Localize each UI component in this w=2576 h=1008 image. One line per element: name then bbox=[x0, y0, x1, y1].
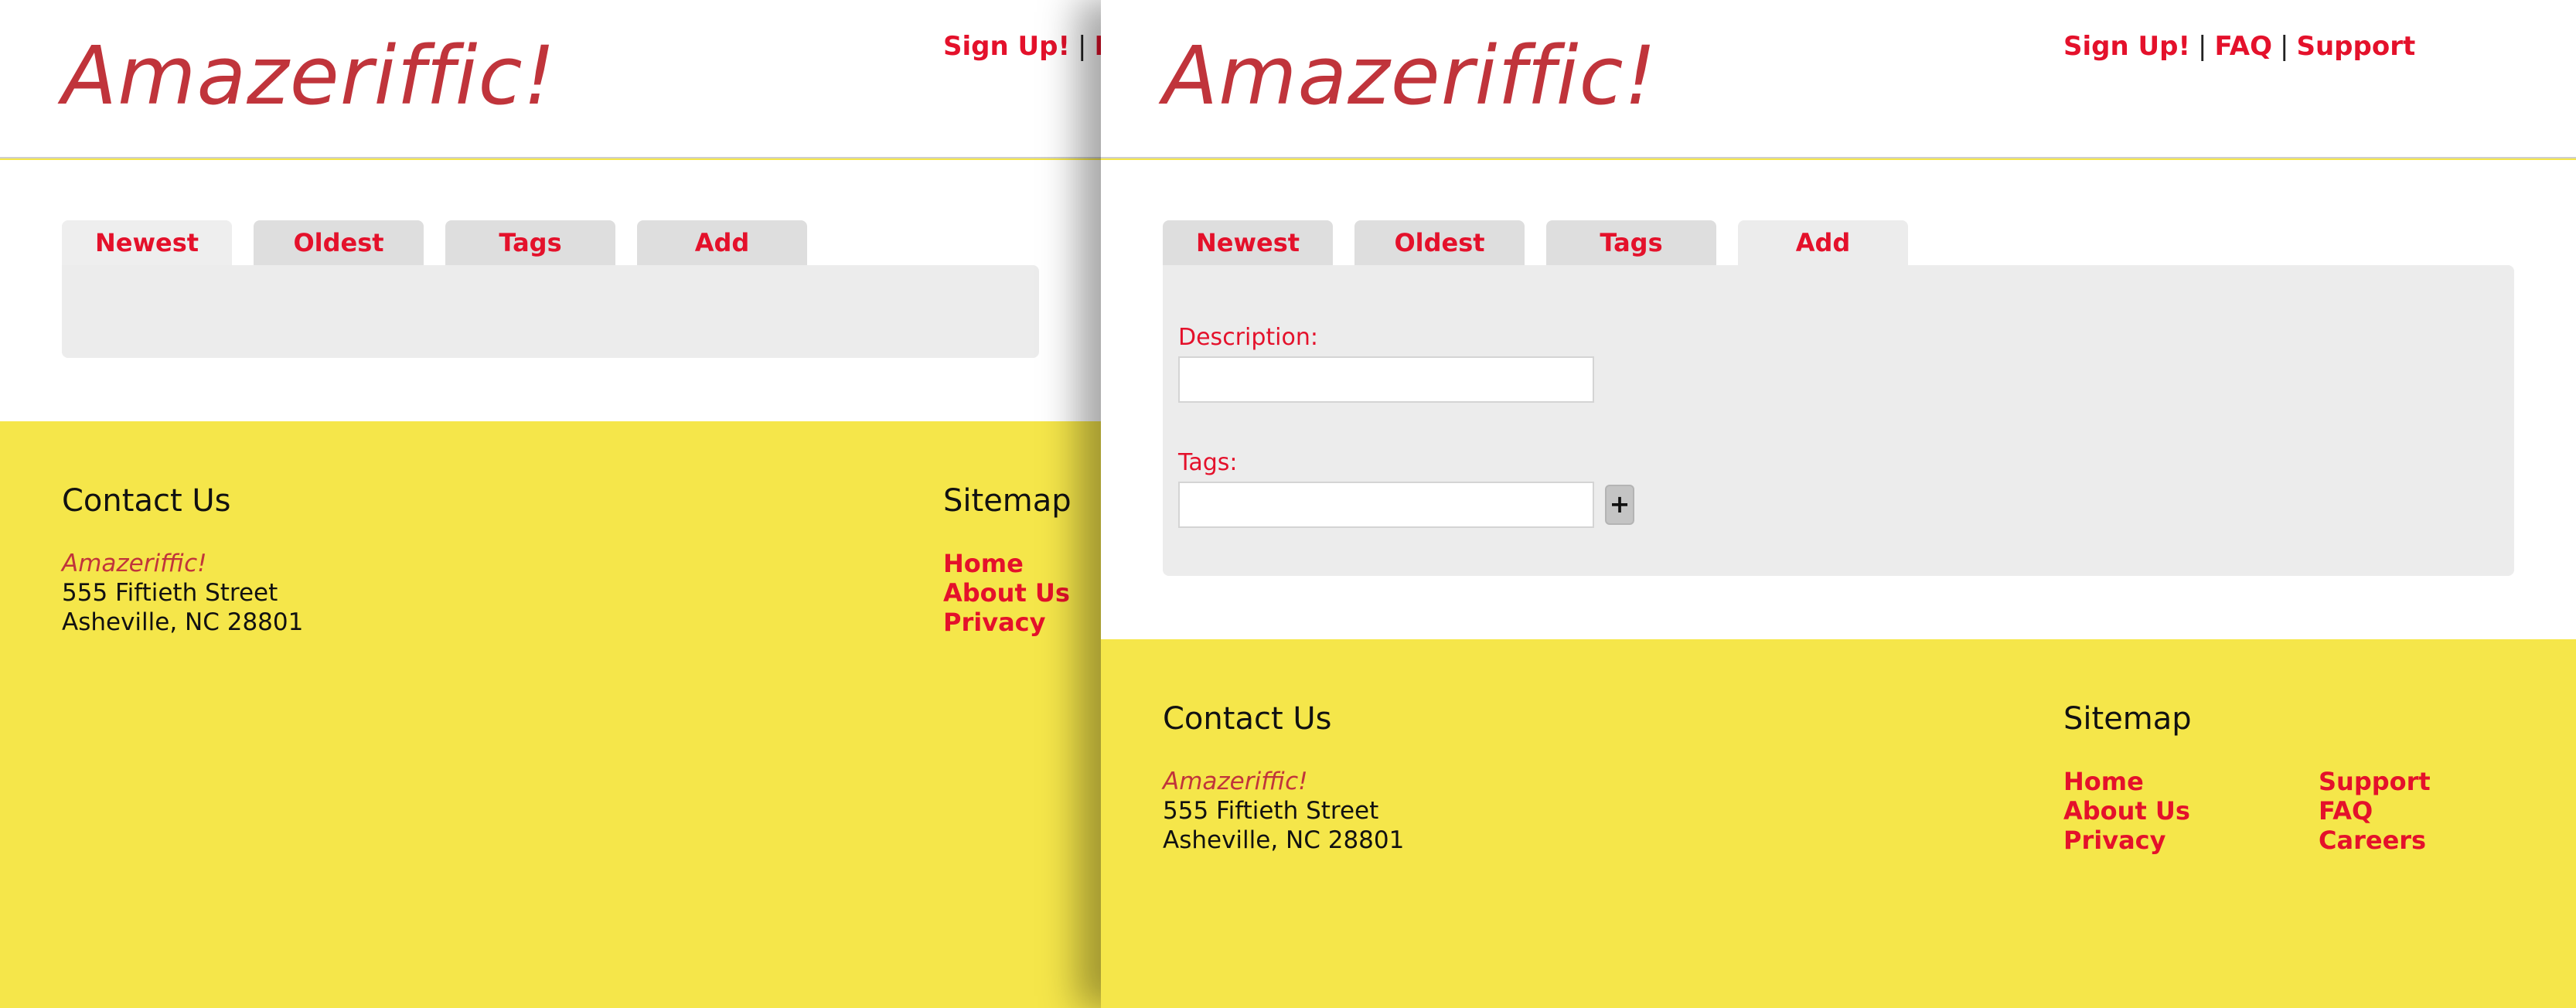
main-content: Newest Oldest Tags Add bbox=[0, 160, 1101, 421]
sitemap-heading: Sitemap bbox=[943, 483, 1072, 519]
sitemap-home-link[interactable]: Home bbox=[2063, 767, 2190, 796]
left-browser-window: Amazeriffic! Sign Up!|FAQ|Support Newest… bbox=[0, 0, 1101, 1008]
add-tag-button[interactable]: + bbox=[1605, 485, 1634, 525]
tags-label: Tags: bbox=[1178, 449, 1238, 476]
sitemap-column-1: Home About Us Privacy bbox=[943, 549, 1070, 637]
tab-newest[interactable]: Newest bbox=[1163, 220, 1333, 265]
tab-add[interactable]: Add bbox=[637, 220, 807, 265]
signup-link[interactable]: Sign Up! bbox=[2063, 31, 2190, 62]
sitemap-about-link[interactable]: About Us bbox=[2063, 796, 2190, 826]
nav-separator: | bbox=[1077, 31, 1087, 62]
address-brand: Amazeriffic! bbox=[62, 550, 207, 577]
tab-tags[interactable]: Tags bbox=[445, 220, 615, 265]
faq-link[interactable]: FAQ bbox=[2214, 31, 2272, 62]
tab-tags[interactable]: Tags bbox=[1546, 220, 1716, 265]
brand-logo[interactable]: Amazeriffic! bbox=[1163, 28, 1657, 124]
site-footer: Contact Us Amazeriffic! 555 Fiftieth Str… bbox=[1101, 639, 2576, 1008]
sitemap-heading: Sitemap bbox=[2063, 701, 2192, 737]
tab-oldest[interactable]: Oldest bbox=[1354, 220, 1525, 265]
tags-input[interactable] bbox=[1178, 482, 1594, 528]
address-city: Asheville, NC 28801 bbox=[1163, 826, 1405, 854]
sitemap-privacy-link[interactable]: Privacy bbox=[943, 608, 1070, 637]
contact-heading: Contact Us bbox=[62, 483, 231, 519]
site-footer: Contact Us Amazeriffic! 555 Fiftieth Str… bbox=[0, 421, 1101, 1008]
tab-add[interactable]: Add bbox=[1738, 220, 1908, 265]
top-nav: Sign Up!|FAQ|Support bbox=[943, 31, 1101, 62]
main-content: Newest Oldest Tags Add Description: Tags… bbox=[1101, 160, 2576, 639]
description-label: Description: bbox=[1178, 324, 1318, 351]
sitemap-privacy-link[interactable]: Privacy bbox=[2063, 826, 2190, 855]
right-browser-window: Amazeriffic! Sign Up! | FAQ | Support Newest… bbox=[1101, 0, 2576, 1008]
top-nav: Sign Up!|FAQ|Support bbox=[2063, 31, 2415, 62]
sitemap-column-2: Support FAQ Careers bbox=[2319, 767, 2431, 855]
sitemap-faq-link[interactable]: FAQ bbox=[2319, 796, 2431, 826]
description-input[interactable] bbox=[1178, 356, 1594, 403]
sitemap-about-link[interactable]: About Us bbox=[943, 578, 1070, 608]
contact-heading: Contact Us bbox=[1163, 701, 1332, 737]
faq-link[interactable]: FAQ bbox=[1094, 31, 1101, 62]
tab-newest[interactable]: Newest bbox=[62, 220, 232, 265]
address-street: 555 Fiftieth Street bbox=[62, 579, 278, 607]
address-brand: Amazeriffic! bbox=[1163, 768, 1308, 795]
sitemap-support-link[interactable]: Support bbox=[2319, 767, 2431, 796]
signup-link[interactable]: Sign Up! bbox=[943, 31, 1070, 62]
nav-separator: | bbox=[2280, 31, 2289, 62]
sitemap-column-1: Home About Us Privacy bbox=[2063, 767, 2190, 855]
site-header: Amazeriffic! Sign Up!|FAQ|Support bbox=[1101, 0, 2576, 158]
support-link[interactable]: Support bbox=[2296, 31, 2415, 62]
nav-separator: | bbox=[2197, 31, 2207, 62]
address-block: Amazeriffic! 555 Fiftieth Street Ashevil… bbox=[1163, 767, 1404, 855]
tab-oldest[interactable]: Oldest bbox=[254, 220, 424, 265]
site-header: Amazeriffic! Sign Up!|FAQ|Support bbox=[0, 0, 1101, 158]
address-block: Amazeriffic! 555 Fiftieth Street Ashevil… bbox=[62, 549, 303, 637]
tab-content-panel bbox=[62, 265, 1039, 358]
sitemap-careers-link[interactable]: Careers bbox=[2319, 826, 2431, 855]
address-street: 555 Fiftieth Street bbox=[1163, 797, 1379, 825]
brand-logo[interactable]: Amazeriffic! bbox=[62, 28, 556, 124]
sitemap-home-link[interactable]: Home bbox=[943, 549, 1070, 578]
address-city: Asheville, NC 28801 bbox=[62, 608, 304, 636]
add-form-panel: Description: Tags: + bbox=[1163, 265, 2514, 576]
